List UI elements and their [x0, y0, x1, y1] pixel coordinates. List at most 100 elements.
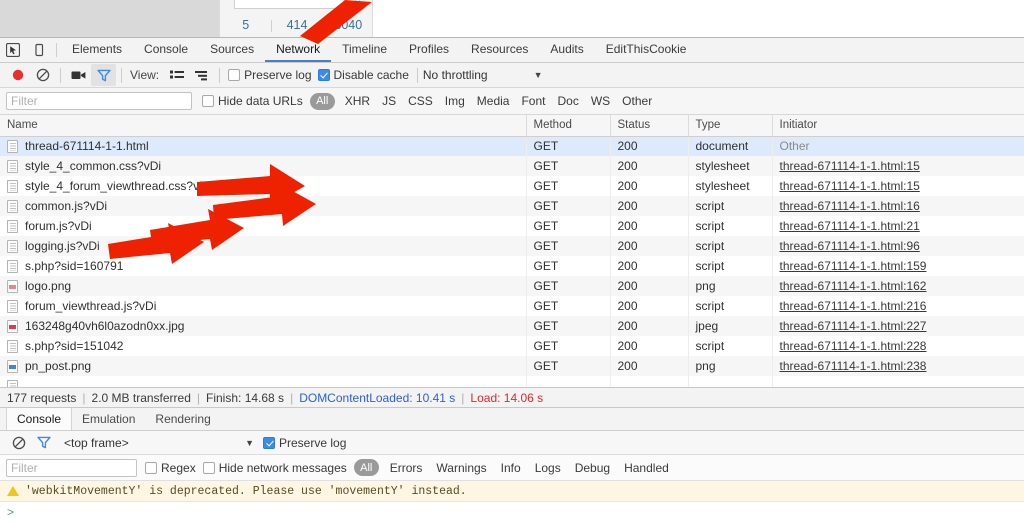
table-row[interactable]: logging.js?vDi GET 200 script thread-671…	[0, 236, 1024, 256]
tab-audits[interactable]: Audits	[539, 38, 594, 62]
table-row[interactable]: forum.js?vDi GET 200 script thread-67111…	[0, 216, 1024, 236]
type-filter-media[interactable]: Media	[471, 94, 516, 108]
table-row[interactable]: pn_post.png GET 200 png thread-671114-1-…	[0, 356, 1024, 376]
table-row[interactable]: style_4_forum_viewthread.css?vDi GET 200…	[0, 176, 1024, 196]
table-row[interactable]: style_4_common.css?vDi GET 200 styleshee…	[0, 156, 1024, 176]
type-filter-img[interactable]: Img	[439, 94, 471, 108]
page-stat-number: 5	[242, 18, 250, 32]
initiator-link[interactable]: thread-671114-1-1.html:159	[780, 259, 927, 273]
type-filter-doc[interactable]: Doc	[551, 94, 584, 108]
cell-method	[526, 376, 611, 387]
table-row[interactable]: s.php?sid=151042 GET 200 script thread-6…	[0, 336, 1024, 356]
table-row[interactable]: forum_viewthread.js?vDi GET 200 script t…	[0, 296, 1024, 316]
table-row[interactable]: s.php?sid=160791 GET 200 script thread-6…	[0, 256, 1024, 276]
log-level-warnings[interactable]: Warnings	[429, 461, 493, 475]
page-stat-numbers: 5 414 3040	[220, 13, 374, 37]
console-filter-icon[interactable]	[31, 432, 56, 454]
network-filter-input[interactable]	[6, 92, 192, 110]
record-button[interactable]	[5, 64, 30, 86]
initiator-link[interactable]: thread-671114-1-1.html:162	[780, 279, 927, 293]
page-stat-panel: 5 414 3040	[219, 0, 373, 37]
view-label: View:	[130, 68, 160, 82]
throttling-select[interactable]: No throttling ▼	[423, 68, 543, 82]
image-file-icon	[7, 279, 18, 293]
initiator-link[interactable]: thread-671114-1-1.html:15	[780, 179, 920, 193]
network-request-table[interactable]: Name Method Status Type Initiator thread…	[0, 115, 1024, 387]
column-header-initiator[interactable]: Initiator	[772, 115, 1024, 137]
status-divider: |	[461, 390, 465, 405]
hide-network-messages-checkbox[interactable]: Hide network messages	[202, 461, 347, 475]
column-header-type[interactable]: Type	[688, 115, 773, 137]
initiator-link[interactable]: thread-671114-1-1.html:15	[780, 159, 920, 173]
column-header-status[interactable]: Status	[610, 115, 689, 137]
regex-box	[145, 461, 157, 474]
initiator-link[interactable]: thread-671114-1-1.html:227	[780, 319, 927, 333]
filter-toggle-icon[interactable]	[91, 64, 116, 86]
drawer-tab-rendering[interactable]: Rendering	[145, 408, 220, 430]
log-level-handled[interactable]: Handled	[617, 461, 676, 475]
type-filter-other[interactable]: Other	[616, 94, 658, 108]
type-filter-xhr[interactable]: XHR	[339, 94, 376, 108]
type-filter-all[interactable]: All	[309, 92, 335, 110]
status-divider: |	[82, 390, 86, 405]
execution-context-select[interactable]: <top frame> ▼	[56, 436, 260, 450]
table-row[interactable]	[0, 376, 1024, 387]
tab-editthiscookie[interactable]: EditThisCookie	[595, 38, 698, 62]
initiator-link[interactable]: thread-671114-1-1.html:16	[780, 199, 920, 213]
log-level-all[interactable]: All	[353, 459, 379, 476]
list-view-icon[interactable]	[164, 64, 189, 86]
type-filter-css[interactable]: CSS	[402, 94, 439, 108]
column-header-name[interactable]: Name	[0, 115, 527, 137]
drawer-tab-console[interactable]: Console	[6, 408, 73, 430]
table-row[interactable]: logo.png GET 200 png thread-671114-1-1.h…	[0, 276, 1024, 296]
console-filter-input[interactable]	[6, 458, 137, 477]
type-filter-js[interactable]: JS	[376, 94, 402, 108]
console-preserve-log-checkbox[interactable]: Preserve log	[263, 436, 346, 450]
initiator-link[interactable]: thread-671114-1-1.html:21	[780, 219, 920, 233]
preserve-log-checkbox[interactable]: Preserve log	[228, 68, 312, 82]
execution-context-value: <top frame>	[64, 435, 129, 450]
table-row[interactable]: thread-671114-1-1.html GET 200 document …	[0, 136, 1024, 156]
request-name: s.php?sid=151042	[25, 339, 124, 353]
tab-resources[interactable]: Resources	[460, 38, 539, 62]
initiator-link[interactable]: thread-671114-1-1.html:96	[780, 239, 920, 253]
type-filter-font[interactable]: Font	[515, 94, 551, 108]
device-mode-icon[interactable]	[26, 38, 52, 62]
drawer-tab-emulation[interactable]: Emulation	[72, 408, 145, 430]
log-level-debug[interactable]: Debug	[568, 461, 617, 475]
preserve-log-label: Preserve log	[244, 68, 312, 82]
type-filter-ws[interactable]: WS	[585, 94, 616, 108]
initiator-link[interactable]: thread-671114-1-1.html:238	[780, 359, 927, 373]
tab-console[interactable]: Console	[133, 38, 199, 62]
waterfall-view-icon[interactable]	[189, 64, 214, 86]
regex-checkbox[interactable]: Regex	[145, 461, 196, 475]
network-status-bar: 177 requests | 2.0 MB transferred | Fini…	[0, 387, 1024, 408]
hide-data-urls-checkbox[interactable]: Hide data URLs	[202, 94, 303, 108]
finish-time: Finish: 14.68 s	[206, 390, 285, 405]
console-message[interactable]: 'webkitMovementY' is deprecated. Please …	[0, 481, 1024, 502]
disable-cache-checkbox[interactable]: Disable cache	[317, 68, 409, 82]
devtools-tabs: Elements Console Sources Network Timelin…	[61, 38, 697, 62]
cell-name: common.js?vDi	[0, 196, 527, 216]
tab-elements[interactable]: Elements	[61, 38, 133, 62]
tab-sources[interactable]: Sources	[199, 38, 265, 62]
log-level-logs[interactable]: Logs	[528, 461, 568, 475]
stylesheet-file-icon	[7, 179, 18, 193]
clear-button[interactable]	[30, 64, 55, 86]
clear-console-button[interactable]	[6, 432, 31, 454]
tab-network[interactable]: Network	[265, 38, 332, 62]
initiator-link[interactable]: thread-671114-1-1.html:228	[780, 339, 927, 353]
log-level-info[interactable]: Info	[494, 461, 528, 475]
capture-screenshots-icon[interactable]	[66, 64, 91, 86]
initiator-link[interactable]: thread-671114-1-1.html:216	[780, 299, 927, 313]
column-header-method[interactable]: Method	[526, 115, 611, 137]
toolbar-divider	[219, 67, 221, 83]
inspect-element-icon[interactable]	[0, 38, 26, 62]
cell-status: 200	[610, 296, 689, 316]
tab-timeline[interactable]: Timeline	[331, 38, 398, 62]
table-row[interactable]: common.js?vDi GET 200 script thread-6711…	[0, 196, 1024, 216]
log-level-errors[interactable]: Errors	[383, 461, 430, 475]
console-prompt[interactable]: >	[0, 502, 1024, 522]
table-row[interactable]: 163248g40vh6l0azodn0xx.jpg GET 200 jpeg …	[0, 316, 1024, 336]
tab-profiles[interactable]: Profiles	[398, 38, 460, 62]
